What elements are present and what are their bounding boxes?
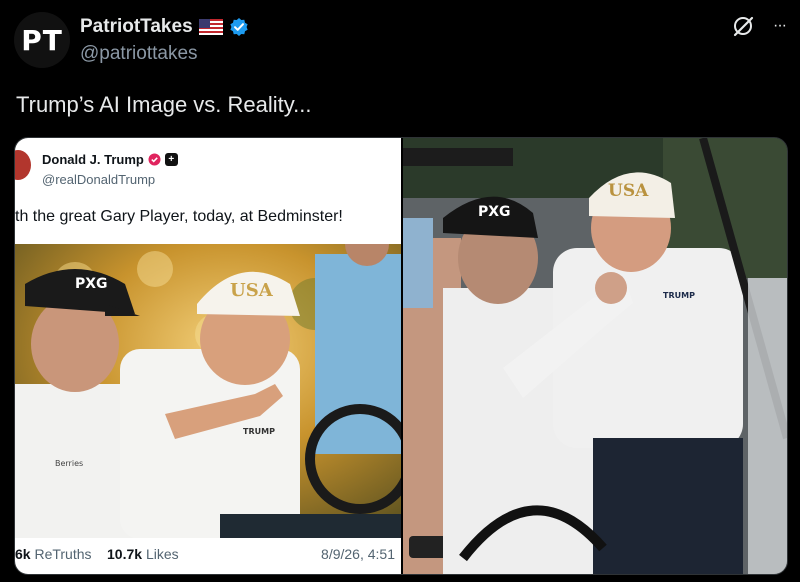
likes-label: Likes xyxy=(145,546,179,562)
embedded-handle: @realDonaldTrump xyxy=(42,172,156,187)
author-display-name[interactable]: PatriotTakes xyxy=(80,16,193,38)
verified-badge-icon xyxy=(230,18,248,36)
embedded-post-text: th the great Gary Player, today, at Bedm… xyxy=(15,208,343,225)
grok-slash-icon[interactable] xyxy=(731,14,755,38)
embedded-name-row: Donald J. Trump + xyxy=(42,152,178,167)
avatar-initials: PT xyxy=(21,23,63,57)
shirt-text-right: TRUMP xyxy=(243,427,275,436)
embedded-post-screenshot[interactable]: Donald J. Trump + @realDonaldTrump th th… xyxy=(15,138,401,574)
embedded-timestamp: 8/9/26, 4:51 xyxy=(321,546,395,562)
author-handle[interactable]: @patriottakes xyxy=(80,43,198,65)
embedded-post-stats: 6k ReTruths 10.7k Likes 8/9/26, 4:51 xyxy=(15,546,401,570)
author-avatar[interactable]: PT xyxy=(14,12,70,68)
reality-shirt-text: TRUMP xyxy=(663,291,695,300)
cap-text-right: USA xyxy=(230,280,274,301)
reality-photo[interactable]: PXG USA TRUMP xyxy=(403,138,787,574)
top-actions: ··· xyxy=(731,14,787,38)
shirt-text-left: Berries xyxy=(55,459,83,468)
embedded-display-name: Donald J. Trump xyxy=(42,152,144,167)
reality-cap-right: USA xyxy=(608,181,649,201)
ai-generated-image: PXG Berries USA TRUMP xyxy=(15,244,401,538)
reality-photo-illustration: PXG USA TRUMP xyxy=(403,138,787,574)
cap-logo-left: PXG xyxy=(75,276,108,292)
tweet-media[interactable]: Donald J. Trump + @realDonaldTrump th th… xyxy=(14,137,788,575)
ai-image-illustration: PXG Berries USA TRUMP xyxy=(15,244,401,538)
embedded-avatar xyxy=(15,150,31,180)
us-flag-icon xyxy=(198,19,223,35)
more-options-icon[interactable]: ··· xyxy=(773,17,787,35)
verified-badge-icon xyxy=(148,153,161,166)
tweet-text: Trump’s AI Image vs. Reality... xyxy=(16,92,312,117)
retruths-count: 6k xyxy=(15,546,31,562)
author-name-row[interactable]: PatriotTakes xyxy=(80,16,249,38)
retruths-label: ReTruths xyxy=(34,546,92,562)
reality-cap-left: PXG xyxy=(478,204,511,220)
likes-count: 10.7k xyxy=(107,546,143,562)
plus-badge-icon: + xyxy=(164,153,178,166)
